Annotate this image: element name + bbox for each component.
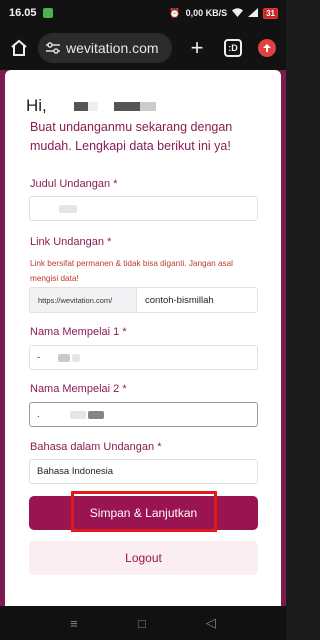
redacted-name: [73, 102, 88, 112]
status-icons: ⏰ 0,00 KB/S 31: [169, 7, 278, 19]
bahasa-select[interactable]: Bahasa Indonesia: [29, 459, 258, 484]
redacted-name-part: [87, 102, 98, 112]
system-nav-bar: ≡ □ ◁: [0, 606, 286, 640]
back-nav-icon[interactable]: ◁: [206, 615, 216, 631]
signal-icon: [248, 7, 259, 19]
logout-button[interactable]: Logout: [29, 541, 258, 575]
wifi-icon: [232, 7, 244, 19]
bahasa-label-text: Bahasa dalam Undangan: [30, 441, 155, 453]
required-marker: *: [107, 236, 112, 248]
redacted-name-part: [139, 102, 156, 112]
mempelai1-value: -: [37, 352, 41, 363]
link-label-text: Link Undangan: [30, 236, 105, 248]
link-undangan-input-group: https://wevitation.com/ contoh-bismillah: [29, 287, 258, 313]
blurred-text: [72, 353, 81, 362]
bahasa-label: Bahasa dalam Undangan *: [30, 441, 162, 453]
tabs-switcher-button[interactable]: :D: [224, 39, 242, 57]
greeting-text: Hi,: [26, 96, 52, 115]
home-nav-icon[interactable]: □: [138, 616, 146, 631]
mempelai2-label-text: Nama Mempelai 2: [30, 383, 120, 395]
status-bar: 16.05 ⏰ 0,00 KB/S 31: [0, 0, 286, 26]
redacted-name-part: [113, 102, 140, 112]
mempelai1-input[interactable]: -: [29, 345, 258, 370]
status-time: 16.05: [9, 7, 37, 19]
blurred-text: [59, 204, 77, 213]
mempelai1-label-text: Nama Mempelai 1: [30, 326, 120, 338]
alarm-icon: ⏰: [169, 7, 181, 18]
required-marker: *: [122, 383, 127, 395]
mempelai2-label: Nama Mempelai 2 *: [30, 383, 127, 395]
new-tab-icon[interactable]: +: [186, 37, 208, 59]
blurred-text: [69, 410, 86, 419]
mempelai2-value: .: [37, 409, 40, 420]
mempelai2-input[interactable]: .: [29, 402, 258, 427]
address-bar[interactable]: wevitation.com: [38, 33, 172, 63]
browser-toolbar: wevitation.com + :D: [0, 26, 286, 70]
site-settings-icon[interactable]: [46, 42, 60, 54]
mempelai1-label: Nama Mempelai 1 *: [30, 326, 127, 338]
home-icon[interactable]: [8, 37, 30, 59]
required-marker: *: [122, 326, 127, 338]
required-marker: *: [157, 441, 162, 453]
judul-undangan-input[interactable]: [29, 196, 258, 221]
recent-apps-icon[interactable]: ≡: [70, 616, 78, 631]
battery-indicator: 31: [263, 7, 278, 19]
judul-label: Judul Undangan *: [30, 178, 117, 190]
page-subtitle: Buat undanganmu sekarang dengan mudah. L…: [30, 120, 233, 153]
link-label: Link Undangan *: [30, 236, 111, 248]
blurred-text: [87, 410, 104, 419]
extension-icon[interactable]: [258, 39, 276, 57]
link-slug-input[interactable]: contoh-bismillah: [137, 288, 214, 312]
network-speed: 0,00 KB/S: [185, 8, 228, 18]
judul-label-text: Judul Undangan: [30, 178, 111, 190]
link-helper-text: Link bersifat permanen & tidak bisa diga…: [30, 259, 233, 283]
url-text: wevitation.com: [66, 40, 159, 56]
required-marker: *: [113, 178, 118, 190]
greeting: Hi,: [26, 96, 156, 116]
link-prefix: https://wevitation.com/: [30, 288, 137, 312]
app-notification-icon: [42, 8, 53, 18]
highlight-annotation: [71, 491, 217, 532]
blurred-text: [58, 353, 71, 362]
